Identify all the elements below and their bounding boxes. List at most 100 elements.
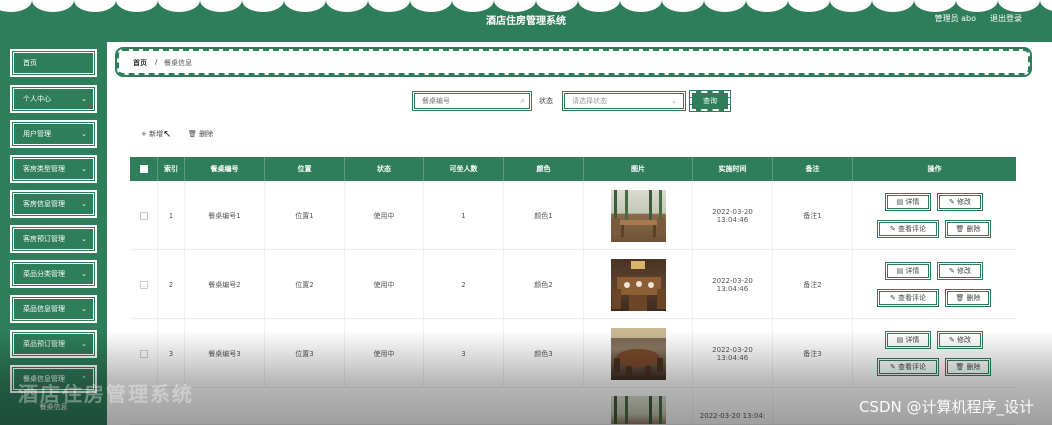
chevron-down-icon: ⌄ <box>671 97 677 105</box>
pencil-icon: ✎ <box>948 336 958 344</box>
trash-icon: 🗑 <box>955 225 967 233</box>
cell-time: 2022-03-20 13:04: <box>693 388 773 424</box>
cell-note: 备注1 <box>773 181 853 250</box>
breadcrumb-current: 餐桌信息 <box>164 59 192 67</box>
table-header: 索引 餐桌编号 位置 状态 可坐人数 颜色 图片 实施时间 备注 操作 <box>130 157 1016 181</box>
sidebar: 首页 个人中心 ⌄ 用户管理 ⌄ 客房类型管理 ⌄ 客房信息管理 ⌄ 客房预订管… <box>0 42 107 425</box>
delete-button[interactable]: 🗑 删除 <box>945 289 991 307</box>
cell-seats: 2 <box>424 250 504 319</box>
delete-button-label: 删除 <box>966 225 981 233</box>
cell-code: 餐桌编号3 <box>185 319 265 388</box>
sidebar-item-dish-category[interactable]: 菜品分类管理 ⌄ <box>9 259 98 289</box>
edit-button[interactable]: ✎ 修改 <box>937 262 983 280</box>
cell-image <box>584 388 693 424</box>
detail-button-label: 详情 <box>905 267 920 275</box>
row-actions: ▤ 详情 ✎ 修改 ✎ 查看评论 🗑 删除 <box>853 319 1016 388</box>
sidebar-item-label: 个人中心 <box>23 95 51 103</box>
sidebar-item-label: 客房信息管理 <box>23 200 65 208</box>
cell-location: 位置1 <box>265 181 345 250</box>
restaurant-photo <box>611 189 665 237</box>
sidebar-item-room-type[interactable]: 客房类型管理 ⌄ <box>9 154 98 184</box>
sidebar-item-room-booking[interactable]: 客房预订管理 ⌄ <box>9 224 98 254</box>
chevron-down-icon: ⌄ <box>81 95 87 103</box>
delete-button-label: 删除 <box>966 363 981 371</box>
col-time: 实施时间 <box>693 157 773 181</box>
restaurant-photo <box>613 396 662 424</box>
edit-button[interactable]: ✎ 修改 <box>937 193 983 211</box>
cell-color: 颜色2 <box>504 250 584 319</box>
chevron-down-icon: ⌄ <box>81 305 87 313</box>
sidebar-item-room-info[interactable]: 客房信息管理 ⌄ <box>9 189 98 219</box>
status-label: 状态 <box>539 97 553 105</box>
chevron-down-icon: ⌄ <box>81 200 87 208</box>
select-all-checkbox[interactable] <box>140 165 148 173</box>
csdn-watermark: CSDN @计算机程序_设计 <box>858 398 1034 416</box>
detail-button[interactable]: ▤ 详情 <box>885 331 931 349</box>
cell-image <box>584 319 693 388</box>
chevron-down-icon: ⌄ <box>81 340 87 348</box>
detail-button-label: 详情 <box>905 198 920 206</box>
pencil-icon: ✎ <box>889 225 899 233</box>
view-reviews-button[interactable]: ✎ 查看评论 <box>877 289 939 307</box>
edit-button-label: 修改 <box>957 198 972 206</box>
delete-button-label: 删除 <box>966 294 981 302</box>
batch-delete-label: 删除 <box>199 130 214 138</box>
col-location: 位置 <box>265 157 345 181</box>
row-checkbox[interactable] <box>139 349 148 358</box>
col-code: 餐桌编号 <box>185 157 265 181</box>
col-color: 颜色 <box>504 157 584 181</box>
col-status: 状态 <box>345 157 424 181</box>
cell-time: 2022-03-20 13:04:46 <box>693 319 773 388</box>
sidebar-item-label: 菜品预订管理 <box>23 340 65 348</box>
pencil-icon: ✎ <box>948 198 958 206</box>
sidebar-item-label: 客房预订管理 <box>23 235 65 243</box>
logout-link[interactable]: 退出登录 <box>990 13 1022 24</box>
row-checkbox[interactable] <box>139 211 148 220</box>
table-code-search[interactable]: ⌕ <box>412 91 532 111</box>
col-actions: 操作 <box>927 165 942 173</box>
select-all-column <box>130 157 158 181</box>
chevron-down-icon: ⌄ <box>81 235 87 243</box>
sidebar-item-label: 客房类型管理 <box>23 165 65 173</box>
sidebar-item-user-management[interactable]: 用户管理 ⌄ <box>9 119 98 149</box>
row-checkbox[interactable] <box>139 280 148 289</box>
sidebar-item-home[interactable]: 首页 <box>9 48 98 78</box>
status-select[interactable]: 请选择状态 ⌄ <box>562 91 686 111</box>
view-reviews-button[interactable]: ✎ 查看评论 <box>877 358 939 376</box>
cell-seats: 3 <box>424 319 504 388</box>
restaurant-photo <box>610 327 666 378</box>
mouse-cursor-icon: ↖ <box>163 129 172 140</box>
table-photo-thumbnail[interactable] <box>610 258 666 311</box>
cell-note: 备注2 <box>773 250 853 319</box>
view-reviews-label: 查看评论 <box>898 294 927 302</box>
sidebar-item-label: 用户管理 <box>23 130 51 138</box>
sidebar-item-personal-center[interactable]: 个人中心 ⌄ <box>9 84 98 114</box>
add-button[interactable]: + 新增 <box>141 129 163 139</box>
cell-time: 2022-03-20 13:04:46 <box>693 181 773 250</box>
table-row: 3 餐桌编号3 位置3 使用中 3 颜色3 2022-03-20 13:04:4… <box>130 319 1016 388</box>
breadcrumb-home[interactable]: 首页 <box>133 58 147 68</box>
cell-index: 2 <box>158 250 185 319</box>
edit-button[interactable]: ✎ 修改 <box>937 331 983 349</box>
detail-button[interactable]: ▤ 详情 <box>885 193 931 211</box>
sidebar-item-label: 菜品信息管理 <box>23 305 65 313</box>
detail-button-label: 详情 <box>905 336 920 344</box>
col-seats: 可坐人数 <box>424 157 504 181</box>
row-actions: ▤ 详情 ✎ 修改 ✎ 查看评论 🗑 删除 <box>853 181 1016 250</box>
cell-index: 1 <box>158 181 185 250</box>
sidebar-item-dish-info[interactable]: 菜品信息管理 ⌄ <box>9 294 98 324</box>
table-photo-thumbnail[interactable] <box>610 396 666 424</box>
sidebar-item-dish-booking[interactable]: 菜品预订管理 ⌄ <box>9 329 98 359</box>
sidebar-item-label: 首页 <box>23 59 37 67</box>
row-actions: ▤ 详情 ✎ 修改 ✎ 查看评论 🗑 删除 <box>853 250 1016 319</box>
query-button[interactable]: 查询 <box>690 91 730 111</box>
detail-button[interactable]: ▤ 详情 <box>885 262 931 280</box>
delete-button[interactable]: 🗑 删除 <box>945 358 991 376</box>
table-photo-thumbnail[interactable] <box>610 189 666 242</box>
trash-icon: 🗑 <box>188 130 197 138</box>
search-input[interactable] <box>422 93 517 109</box>
batch-delete-button[interactable]: 🗑 删除 <box>188 129 213 139</box>
view-reviews-button[interactable]: ✎ 查看评论 <box>877 220 939 238</box>
table-photo-thumbnail[interactable] <box>610 327 666 380</box>
delete-button[interactable]: 🗑 删除 <box>945 220 991 238</box>
